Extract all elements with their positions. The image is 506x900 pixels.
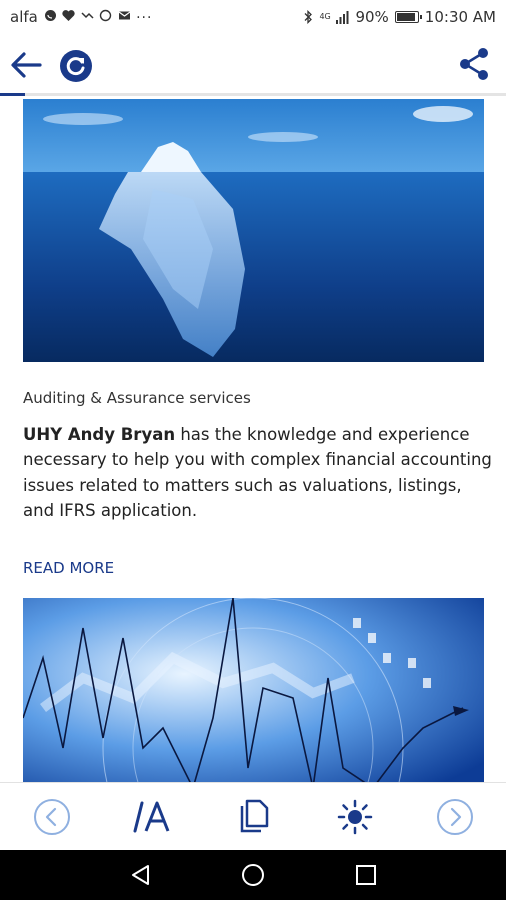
copy-document-icon bbox=[240, 799, 269, 833]
read-more-link[interactable]: READ MORE bbox=[23, 559, 114, 577]
more-icon: ··· bbox=[136, 9, 153, 26]
previous-article-button[interactable] bbox=[32, 797, 72, 837]
recents-square-icon bbox=[356, 865, 376, 885]
text-size-icon bbox=[133, 801, 170, 833]
finance-chart-image bbox=[23, 598, 484, 782]
article-body: UHY Andy Bryan has the knowledge and exp… bbox=[23, 422, 493, 523]
whatsapp-icon bbox=[100, 9, 112, 21]
page-load-progress bbox=[0, 93, 26, 96]
app-bar bbox=[0, 34, 506, 96]
back-triangle-icon bbox=[132, 865, 149, 885]
share-button[interactable] bbox=[456, 46, 492, 82]
arrow-left-icon bbox=[11, 52, 42, 78]
system-navigation-bar bbox=[0, 850, 506, 900]
refresh-button[interactable] bbox=[59, 49, 93, 83]
forward-circle-icon bbox=[437, 799, 473, 835]
missed-call-icon bbox=[81, 11, 94, 19]
back-button[interactable] bbox=[8, 48, 44, 82]
signal-icon bbox=[336, 10, 349, 24]
brightness-button[interactable] bbox=[335, 797, 375, 837]
copy-button[interactable] bbox=[233, 797, 273, 837]
battery-percent: 90% bbox=[355, 8, 389, 26]
network-type-label: 4G bbox=[319, 12, 331, 21]
text-size-button[interactable] bbox=[132, 797, 172, 837]
back-circle-icon bbox=[34, 799, 70, 835]
home-circle-icon bbox=[242, 864, 264, 886]
next-article-button[interactable] bbox=[435, 797, 475, 837]
system-home-button[interactable] bbox=[240, 862, 266, 888]
whatsapp-icon bbox=[44, 9, 56, 21]
battery-icon bbox=[394, 11, 422, 23]
gmail-icon bbox=[118, 11, 131, 19]
article-scroll-area[interactable]: Auditing & Assurance services UHY Andy B… bbox=[0, 99, 506, 782]
heart-monitor-icon bbox=[62, 9, 75, 21]
status-left: alfa ··· bbox=[10, 8, 152, 26]
bottom-toolbar bbox=[0, 782, 506, 850]
article-title: Auditing & Assurance services bbox=[23, 389, 251, 407]
bluetooth-icon bbox=[304, 10, 313, 24]
iceberg-image bbox=[23, 99, 484, 362]
notification-icons: ··· bbox=[44, 9, 153, 26]
refresh-icon bbox=[60, 50, 92, 82]
system-back-button[interactable] bbox=[128, 862, 154, 888]
company-name: UHY Andy Bryan bbox=[23, 425, 176, 444]
status-right: 4G 90% 10:30 AM bbox=[303, 8, 496, 26]
system-recents-button[interactable] bbox=[353, 862, 379, 888]
brightness-icon bbox=[337, 799, 373, 835]
clock: 10:30 AM bbox=[424, 8, 496, 26]
share-icon bbox=[460, 48, 488, 80]
carrier-label: alfa bbox=[10, 8, 38, 26]
status-bar: alfa ··· 4G 90% 10:30 AM bbox=[0, 0, 506, 34]
